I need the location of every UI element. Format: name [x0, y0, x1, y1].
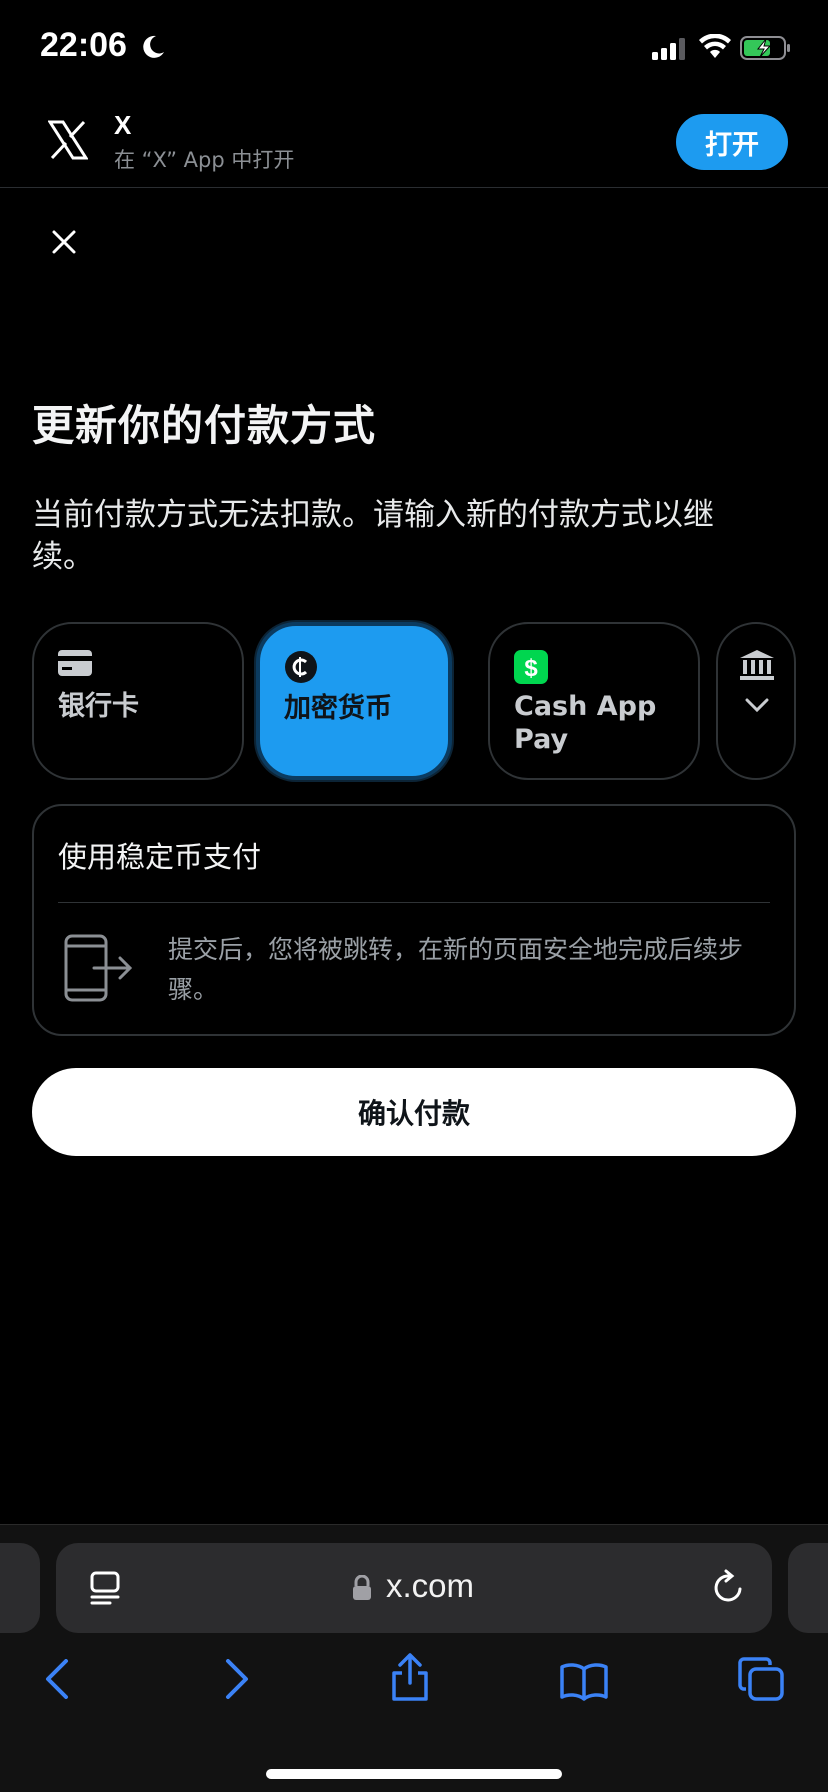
- method-label: 加密货币: [284, 693, 392, 724]
- method-label: 银行卡: [58, 691, 139, 722]
- app-open-banner: X 在 “X” App 中打开 打开: [0, 96, 828, 188]
- method-label: Cash App Pay: [514, 691, 657, 755]
- status-bar: 22:06: [0, 0, 828, 96]
- lock-icon: [353, 1575, 371, 1600]
- crypto-icon: [285, 651, 317, 683]
- safari-toolbar: x.com: [0, 1524, 828, 1792]
- redirect-phone-icon: [64, 934, 133, 1002]
- page-menu-icon[interactable]: [90, 1571, 120, 1605]
- open-in-app-button[interactable]: 打开: [676, 114, 788, 170]
- method-tab-cash-app[interactable]: $ Cash App Pay: [488, 622, 700, 780]
- url-text: x.com: [386, 1567, 475, 1604]
- redirect-note: 提交后，您将被跳转，在新的页面安全地完成后续步骤。: [168, 935, 744, 1004]
- battery-icon: [740, 36, 790, 60]
- bank-icon: [740, 650, 774, 680]
- stablecoin-panel: 使用稳定币支付 提交后，您将被跳转，在新的页面安全地完成后续步骤。: [32, 804, 796, 1036]
- close-button[interactable]: [44, 222, 84, 262]
- method-tab-bank-card[interactable]: 银行卡: [32, 622, 244, 780]
- method-tab-bank-transfer[interactable]: [716, 622, 796, 780]
- forward-icon[interactable]: [224, 1659, 250, 1699]
- tabs-icon[interactable]: [738, 1657, 784, 1701]
- address-bar[interactable]: x.com: [56, 1543, 772, 1633]
- previous-tab-preview[interactable]: [0, 1543, 40, 1633]
- home-indicator: [266, 1769, 562, 1779]
- close-icon: [52, 230, 76, 254]
- wifi-icon: [699, 34, 731, 58]
- back-icon[interactable]: [44, 1659, 70, 1699]
- confirm-payment-button[interactable]: 确认付款: [32, 1068, 796, 1156]
- chevron-down-icon: [745, 698, 769, 712]
- bookmarks-icon[interactable]: [560, 1661, 608, 1701]
- moon-icon: [143, 35, 164, 58]
- reload-icon[interactable]: [712, 1569, 746, 1605]
- method-tab-crypto[interactable]: 加密货币: [256, 622, 452, 780]
- next-tab-preview[interactable]: [788, 1543, 828, 1633]
- payment-method-tabs: 银行卡 加密货币 $ Cash App Pay: [32, 622, 828, 782]
- cash-app-icon: $: [514, 650, 548, 684]
- page-description: 当前付款方式无法扣款。请输入新的付款方式以继续。: [32, 497, 714, 575]
- share-icon[interactable]: [390, 1653, 430, 1701]
- page-title: 更新你的付款方式: [32, 401, 377, 450]
- signal-icon: [652, 38, 685, 60]
- svg-text:$: $: [524, 655, 538, 682]
- card-icon: [58, 650, 92, 676]
- banner-subtitle: 在 “X” App 中打开: [114, 148, 295, 172]
- status-time: 22:06: [40, 26, 127, 64]
- banner-title: X: [114, 110, 132, 140]
- x-logo-icon: [48, 120, 88, 160]
- panel-divider: [58, 902, 770, 903]
- panel-title: 使用稳定币支付: [58, 840, 262, 874]
